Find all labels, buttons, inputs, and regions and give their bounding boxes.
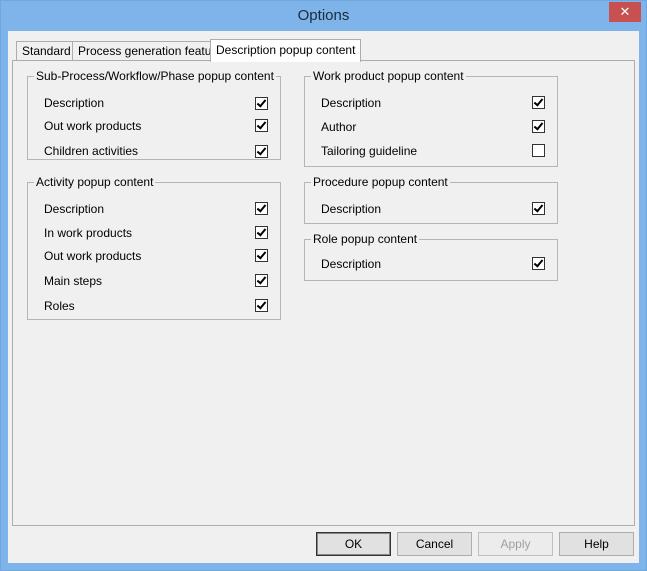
workproduct-description-checkbox[interactable] bbox=[532, 96, 545, 109]
close-icon[interactable]: ✕ bbox=[609, 2, 641, 22]
dialog-client-area: Standard Process generation feature Desc… bbox=[8, 31, 639, 563]
activity-main-steps-checkbox[interactable] bbox=[255, 274, 268, 287]
activity-out-work-products-checkbox[interactable] bbox=[255, 249, 268, 262]
role-description-label: Description bbox=[321, 257, 382, 271]
group-title: Sub-Process/Workflow/Phase popup content bbox=[34, 69, 276, 83]
ok-button[interactable]: OK bbox=[316, 532, 391, 556]
activity-description-label: Description bbox=[44, 202, 105, 216]
workproduct-author-label: Author bbox=[321, 120, 357, 134]
group-title: Work product popup content bbox=[311, 69, 466, 83]
activity-main-steps-label: Main steps bbox=[44, 274, 103, 288]
apply-button[interactable]: Apply bbox=[478, 532, 553, 556]
group-title: Activity popup content bbox=[34, 175, 156, 189]
tab-description-popup-content[interactable]: Description popup content bbox=[210, 39, 362, 62]
group-title: Procedure popup content bbox=[311, 175, 450, 189]
subprocess-description-label: Description bbox=[44, 96, 105, 110]
workproduct-description-label: Description bbox=[321, 96, 382, 110]
role-description-checkbox[interactable] bbox=[532, 257, 545, 270]
window-title: Options bbox=[297, 7, 350, 24]
subprocess-description-checkbox[interactable] bbox=[255, 97, 268, 110]
subprocess-out-work-products-checkbox[interactable] bbox=[255, 119, 268, 132]
cancel-button[interactable]: Cancel bbox=[397, 532, 472, 556]
workproduct-tailoring-guideline-checkbox[interactable] bbox=[532, 144, 545, 157]
workproduct-tailoring-guideline-label: Tailoring guideline bbox=[321, 144, 418, 158]
group-work-product-popup: Work product popup content Description A… bbox=[304, 69, 558, 167]
activity-out-work-products-label: Out work products bbox=[44, 249, 142, 263]
tab-panel: Sub-Process/Workflow/Phase popup content… bbox=[12, 60, 635, 526]
group-subprocess-popup: Sub-Process/Workflow/Phase popup content… bbox=[27, 69, 281, 160]
activity-roles-checkbox[interactable] bbox=[255, 299, 268, 312]
tab-strip: Standard Process generation feature Desc… bbox=[8, 31, 639, 63]
procedure-description-checkbox[interactable] bbox=[532, 202, 545, 215]
subprocess-out-work-products-label: Out work products bbox=[44, 119, 142, 133]
title-bar[interactable]: Options ✕ bbox=[1, 1, 646, 31]
group-activity-popup: Activity popup content Description In wo… bbox=[27, 175, 281, 320]
activity-description-checkbox[interactable] bbox=[255, 202, 268, 215]
activity-in-work-products-label: In work products bbox=[44, 226, 133, 240]
options-window: Options ✕ Standard Process generation fe… bbox=[0, 0, 647, 571]
group-role-popup: Role popup content Description bbox=[304, 232, 558, 281]
group-title: Role popup content bbox=[311, 232, 420, 246]
workproduct-author-checkbox[interactable] bbox=[532, 120, 545, 133]
tab-standard[interactable]: Standard bbox=[16, 41, 77, 60]
activity-in-work-products-checkbox[interactable] bbox=[255, 226, 268, 239]
activity-roles-label: Roles bbox=[44, 299, 75, 313]
group-procedure-popup: Procedure popup content Description bbox=[304, 175, 558, 224]
subprocess-children-activities-label: Children activities bbox=[44, 144, 139, 158]
help-button[interactable]: Help bbox=[559, 532, 634, 556]
subprocess-children-activities-checkbox[interactable] bbox=[255, 145, 268, 158]
procedure-description-label: Description bbox=[321, 202, 382, 216]
tab-process-generation-feature[interactable]: Process generation feature bbox=[72, 41, 229, 60]
